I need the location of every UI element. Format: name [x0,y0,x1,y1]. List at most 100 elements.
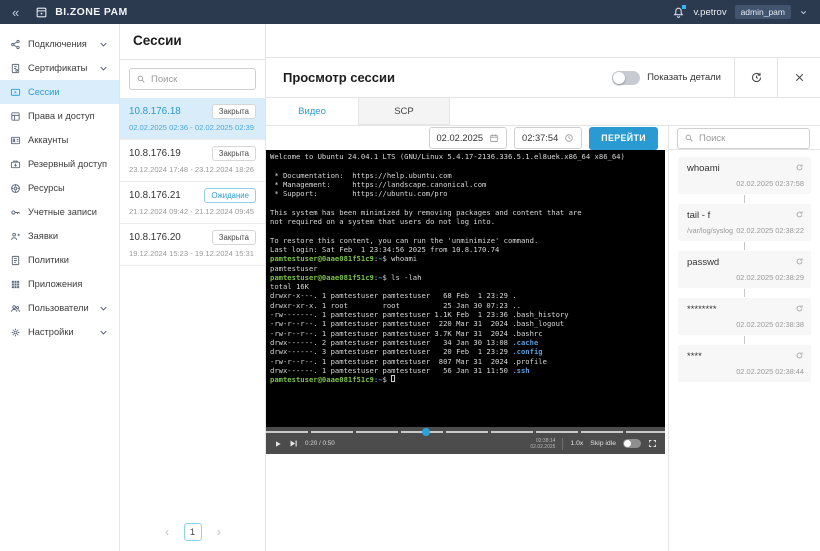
page-prev-icon[interactable] [163,528,172,537]
viewer-header: Просмотр сессии Показать детали [266,58,820,98]
sidebar-item-rights[interactable]: Права и доступ [0,104,119,128]
sessions-search-input[interactable] [151,73,249,85]
go-button[interactable]: ПЕРЕЙТИ [589,126,658,150]
bizone-logo-icon [35,6,48,19]
user-menu-chevron-icon[interactable] [799,8,808,17]
video-column: 02.02.2025 02:37:54 ПЕРЕЙТИ Welcome to U… [266,126,668,551]
session-list-item[interactable]: 10.8.176.19 Закрыта 23.12.2024 17:48 - 2… [120,140,265,182]
command-item[interactable]: passwd 02.02.2025 02:38:29 [678,251,811,288]
jump-date-value: 02.02.2025 [436,133,484,143]
terminal-line: drwxr-x---. 1 pamtestuser pamtestuser 68… [270,291,517,301]
jump-to-command-icon[interactable] [795,304,804,313]
session-period: 21.12.2024 09:42 - 21.12.2024 09:45 [129,207,254,216]
terminal-output: Welcome to Ubuntu 24.04.1 LTS (GNU/Linux… [266,150,665,427]
session-status-badge: Закрыта [211,104,256,119]
command-subtext: /var/log/syslog [687,226,733,235]
session-ip: 10.8.176.20 [129,232,181,243]
terminal-line: -rw-r--r--. 1 pamtestuser pamtestuser 3.… [270,328,543,338]
step-forward-icon[interactable] [289,439,298,448]
tab-видео[interactable]: Видео [266,98,358,125]
command-item[interactable]: ******** 02.02.2025 02:38:38 [678,298,811,335]
session-list-item[interactable]: 10.8.176.21 Ожидание 21.12.2024 09:42 - … [120,182,265,224]
sidebar-item-requests[interactable]: Заявки [0,224,119,248]
command-item[interactable]: whoami 02.02.2025 02:37:58 [678,157,811,194]
player-timestamp: 02:38:14 02.02.2025 [530,438,555,450]
notifications-button[interactable] [672,4,687,19]
sidebar-item-credentials[interactable]: Учетные записи [0,200,119,224]
player-time: 0:20 / 0:50 [305,440,335,447]
commands-list: whoami 02.02.2025 02:37:58 tail - f /var… [669,150,820,389]
page-next-icon[interactable] [214,528,223,537]
connections-icon [10,39,21,50]
sidebar-item-sessions[interactable]: Сессии [0,80,119,104]
sessions-list: 10.8.176.18 Закрыта 02.02.2025 02:36 - 0… [120,98,265,266]
session-ip: 10.8.176.21 [129,190,181,201]
sidebar-item-policies[interactable]: Политики [0,248,119,272]
sidebar-item-label: Настройки [28,327,74,337]
topbar: « BI.ZONE PAM v.petrov admin_pam [0,0,820,24]
viewer-content: 02.02.2025 02:37:54 ПЕРЕЙТИ Welcome to U… [266,126,820,551]
terminal-line: total 16K [270,282,309,292]
app-root: « BI.ZONE PAM v.petrov admin_pam Подключ… [0,0,820,551]
skip-idle-toggle[interactable] [623,439,641,448]
sidebar-item-resources[interactable]: Ресурсы [0,176,119,200]
sessions-icon [10,87,21,98]
commands-search-input[interactable] [699,132,803,144]
command-timestamp: 02.02.2025 02:38:29 [736,273,804,282]
session-list-item[interactable]: 10.8.176.18 Закрыта 02.02.2025 02:36 - 0… [120,98,265,140]
jump-to-command-icon[interactable] [795,210,804,219]
sidebar-item-users[interactable]: Пользователи и гр... [0,296,119,320]
session-status-badge: Закрыта [211,146,256,161]
close-viewer-button[interactable] [778,58,820,97]
command-item[interactable]: **** 02.02.2025 02:38:44 [678,345,811,382]
sidebar-collapse-button[interactable]: « [12,6,19,19]
command-text: **** [687,351,702,362]
sidebar-item-settings[interactable]: Настройки [0,320,119,344]
notification-badge [682,4,687,9]
session-status-badge: Ожидание [204,188,256,203]
play-icon[interactable] [274,440,282,448]
session-history-button[interactable] [735,58,777,97]
command-item[interactable]: tail - f /var/log/syslog 02.02.2025 02:3… [678,204,811,241]
sessions-search[interactable] [129,68,256,90]
timeline-connector [744,289,745,297]
session-viewer: Просмотр сессии Показать детали Видео SC… [266,57,820,551]
terminal-line: drwx------. 1 pamtestuser pamtestuser 56… [270,365,530,375]
resources-icon [10,183,21,194]
jump-date-field[interactable]: 02.02.2025 [428,127,508,149]
jump-time-field[interactable]: 02:37:54 [514,127,583,149]
terminal-line: not required on a system that users do n… [270,217,496,227]
sidebar-item-label: Права и доступ [28,111,95,121]
commands-search[interactable] [677,127,810,149]
pagination: 1 [120,523,265,541]
tab-scp[interactable]: SCP [358,98,450,125]
terminal-line: drwx------. 2 pamtestuser pamtestuser 34… [270,337,539,347]
fullscreen-icon[interactable] [648,439,657,448]
sidebar-item-label: Сессии [28,87,60,97]
jump-to-command-icon[interactable] [795,257,804,266]
sidebar-item-connections[interactable]: Подключения [0,32,119,56]
sidebar-item-label: Подключения [28,39,87,49]
terminal-line: Welcome to Ubuntu 24.04.1 LTS (GNU/Linux… [270,152,625,161]
credentials-icon [10,207,21,218]
player-progress-handle[interactable] [421,428,430,436]
sidebar-item-backup[interactable]: Резервный доступ [0,152,119,176]
command-timestamp: 02.02.2025 02:38:38 [736,320,804,329]
page-number[interactable]: 1 [183,523,202,541]
terminal-line: drwx------. 3 pamtestuser pamtestuser 20… [270,347,543,357]
player-progress-bar[interactable] [266,428,665,436]
sidebar-item-accounts[interactable]: Аккаунты [0,128,119,152]
session-list-item[interactable]: 10.8.176.20 Закрыта 19.12.2024 15:23 - 1… [120,224,265,266]
playback-speed[interactable]: 1.0x [570,440,583,447]
show-details-toggle[interactable] [612,70,641,85]
sidebar-item-label: Сертификаты [28,63,88,73]
role-badge: admin_pam [734,5,791,19]
backup-icon [10,159,21,170]
jump-to-command-icon[interactable] [795,351,804,360]
jump-to-command-icon[interactable] [795,163,804,172]
sidebar-item-certificates[interactable]: Сертификаты [0,56,119,80]
close-icon [793,71,806,84]
sidebar-item-label: Резервный доступ [28,159,108,169]
sidebar-item-applications[interactable]: Приложения [0,272,119,296]
